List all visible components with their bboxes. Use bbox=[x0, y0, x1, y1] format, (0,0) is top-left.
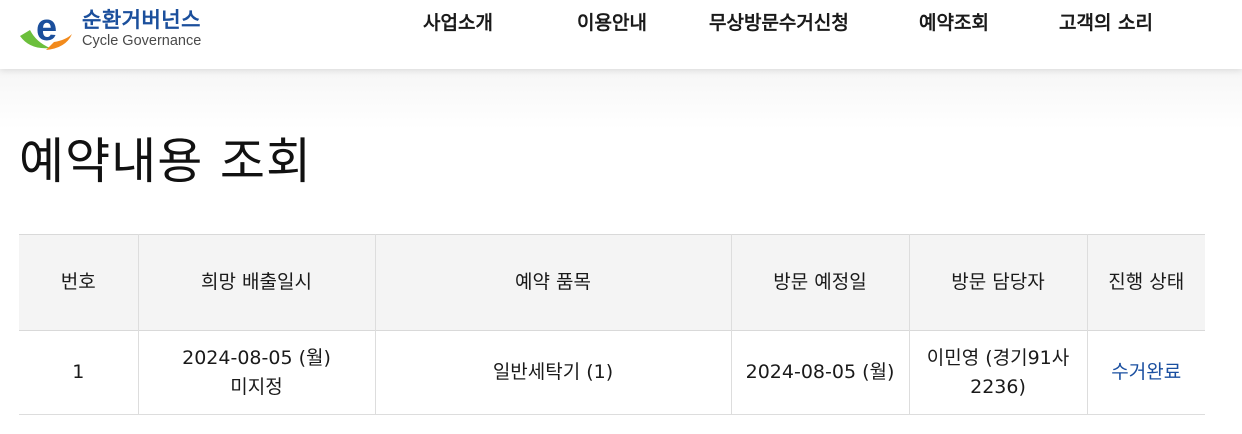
cell-desired-time: 미지정 bbox=[230, 375, 283, 398]
nav-item-reservation-lookup[interactable]: 예약조회 bbox=[919, 10, 989, 36]
cell-desired-datetime: 2024-08-05 (월) 미지정 bbox=[138, 330, 376, 415]
cell-status: 수거완료 bbox=[1087, 331, 1205, 415]
brand-subtitle: Cycle Governance bbox=[82, 33, 202, 49]
page-title: 예약내용 조회 bbox=[19, 133, 313, 190]
cell-number: 1 bbox=[19, 330, 139, 415]
column-header-desired-date: 희망 배출일시 bbox=[138, 234, 376, 331]
reservation-table: 번호 희망 배출일시 예약 품목 방문 예정일 방문 담당자 진행 상태 1 2… bbox=[19, 234, 1205, 415]
nav-item-customer-voice[interactable]: 고객의 소리 bbox=[1059, 10, 1153, 36]
table-header-row: 번호 희망 배출일시 예약 품목 방문 예정일 방문 담당자 진행 상태 bbox=[19, 234, 1205, 331]
column-header-visit-date: 방문 예정일 bbox=[731, 234, 910, 331]
nav-item-pickup-request[interactable]: 무상방문수거신청 bbox=[709, 10, 849, 36]
brand-text: 순환거버넌스 Cycle Governance bbox=[82, 7, 201, 49]
cycle-logo-icon: e bbox=[20, 7, 72, 50]
cell-item: 일반세탁기 (1) bbox=[375, 330, 732, 415]
nav-item-guide[interactable]: 이용안내 bbox=[577, 10, 647, 36]
table-row: 1 2024-08-05 (월) 미지정 일반세탁기 (1) 2024-08-0… bbox=[19, 330, 1205, 415]
brand-logo[interactable]: e 순환거버넌스 Cycle Governance bbox=[16, 6, 226, 52]
site-header: e 순환거버넌스 Cycle Governance 사업소개 이용안내 무상방문… bbox=[0, 0, 1242, 69]
cell-visit-date: 2024-08-05 (월) bbox=[731, 330, 910, 415]
logo-letter: e bbox=[36, 7, 57, 49]
column-header-item: 예약 품목 bbox=[375, 234, 732, 331]
column-header-staff: 방문 담당자 bbox=[909, 234, 1088, 331]
column-header-number: 번호 bbox=[19, 234, 139, 331]
cell-staff: 이민영 (경기91사2236) bbox=[909, 330, 1088, 415]
nav-item-about[interactable]: 사업소개 bbox=[423, 10, 493, 36]
cell-desired-date: 2024-08-05 (월) bbox=[182, 346, 331, 369]
column-header-status: 진행 상태 bbox=[1108, 271, 1185, 293]
status-link[interactable]: 수거완료 bbox=[1111, 361, 1181, 383]
brand-title: 순환거버넌스 bbox=[82, 8, 201, 32]
